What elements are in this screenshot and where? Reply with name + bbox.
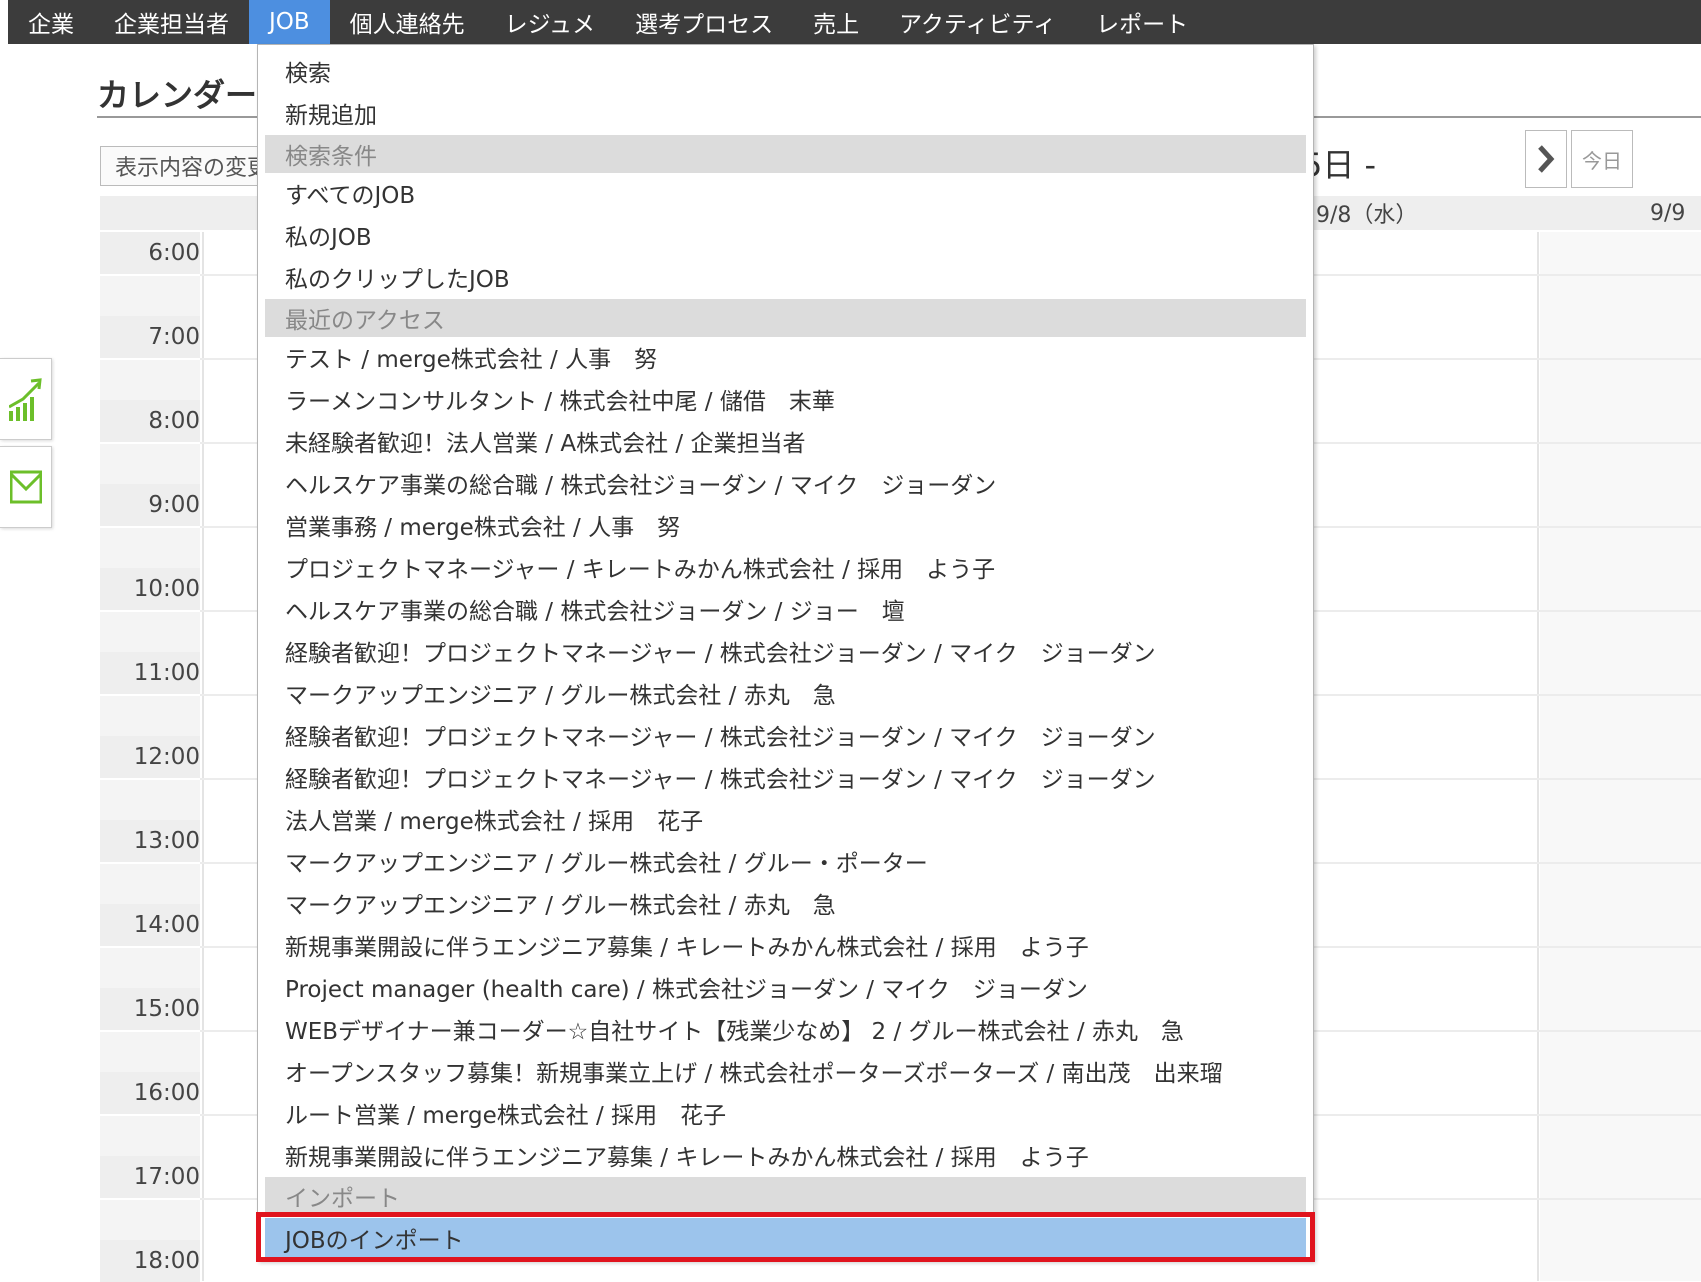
menu-item-recent[interactable]: WEBデザイナー兼コーダー☆自社サイト【残業少なめ】 2 / グルー株式会社 /… [265,1009,1306,1049]
half-hour-slot [100,948,200,988]
half-hour-slot [100,1032,200,1072]
menu-item-recent[interactable]: Project manager (health care) / 株式会社ジョーダ… [265,967,1306,1007]
menu-section-recent-access: 最近のアクセス [265,299,1306,337]
menu-item-recent[interactable]: テスト / merge株式会社 / 人事 努 [265,337,1306,377]
nav-item-resume[interactable]: レジュメ [485,0,615,44]
half-hour-slot [100,528,200,568]
nav-item-job[interactable]: JOB [249,0,330,44]
menu-item-add-new[interactable]: 新規追加 [265,93,1306,133]
nav-item-company-contact[interactable]: 企業担当者 [94,0,249,44]
menu-item-recent[interactable]: 経験者歓迎！プロジェクトマネージャー / 株式会社ジョーダン / マイク ジョー… [265,757,1306,797]
menu-item-recent[interactable]: 法人営業 / merge株式会社 / 採用 花子 [265,799,1306,839]
hour-label: 10:00 [100,568,200,610]
menu-item-recent[interactable]: ルート営業 / merge株式会社 / 採用 花子 [265,1093,1306,1133]
report-tool-button[interactable] [0,358,52,440]
half-hour-slot [100,1116,200,1156]
menu-item-recent[interactable]: オープンスタッフ募集！新規事業立上げ / 株式会社ポーターズポーターズ / 南出… [265,1051,1306,1091]
day-header-wed: 9/8（水） [1316,203,1418,228]
menu-item-recent[interactable]: ヘルスケア事業の総合職 / 株式会社ジョーダン / ジョー 壇 [265,589,1306,629]
page-title: カレンダー [97,76,258,114]
hour-label: 9:00 [100,484,200,526]
day-header-thu: 9/9 [1650,200,1686,226]
mail-icon [9,470,42,504]
menu-item-recent[interactable]: 営業事務 / merge株式会社 / 人事 努 [265,505,1306,545]
menu-item-recent[interactable]: マークアップエンジニア / グルー株式会社 / グルー・ポーター [265,841,1306,881]
half-hour-slot [100,612,200,652]
half-hour-slot [100,780,200,820]
half-hour-slot [100,360,200,400]
calendar-column-divider [202,232,204,1281]
nav-item-activity[interactable]: アクティビティ [879,0,1076,44]
menu-item-recent[interactable]: 経験者歓迎！プロジェクトマネージャー / 株式会社ジョーダン / マイク ジョー… [265,631,1306,671]
menu-item-recent[interactable]: マークアップエンジニア / グルー株式会社 / 赤丸 急 [265,673,1306,713]
nav-item-selection-process[interactable]: 選考プロセス [615,0,793,44]
hour-label: 14:00 [100,904,200,946]
menu-item-recent[interactable]: ヘルスケア事業の総合職 / 株式会社ジョーダン / マイク ジョーダン [265,463,1306,503]
menu-item-all-jobs[interactable]: すべてのJOB [265,173,1306,213]
nav-item-company[interactable]: 企業 [8,0,94,44]
nav-item-personal-contact[interactable]: 個人連絡先 [330,0,485,44]
nav-item-report[interactable]: レポート [1076,0,1208,44]
chevron-right-icon [1538,145,1555,173]
menu-section-search-conditions: 検索条件 [265,135,1306,173]
mail-tool-button[interactable] [0,446,52,528]
menu-item-my-jobs[interactable]: 私のJOB [265,215,1306,255]
hour-label: 6:00 [100,232,200,274]
hour-label: 7:00 [100,316,200,358]
change-display-button[interactable]: 表示内容の変更 [100,146,280,186]
hour-label: 11:00 [100,652,200,694]
menu-item-recent[interactable]: マークアップエンジニア / グルー株式会社 / 赤丸 急 [265,883,1306,923]
menu-item-clipped-jobs[interactable]: 私のクリップしたJOB [265,257,1306,297]
menu-item-search[interactable]: 検索 [265,51,1306,91]
half-hour-slot [100,1200,200,1240]
menu-item-job-import[interactable]: JOBのインポート [265,1218,1306,1258]
hour-label: 18:00 [100,1240,200,1282]
half-hour-slot [100,276,200,316]
hour-label: 13:00 [100,820,200,862]
menu-item-recent[interactable]: ラーメンコンサルタント / 株式会社中尾 / 儲借 末華 [265,379,1306,419]
next-period-button[interactable] [1525,130,1567,188]
half-hour-slot [100,444,200,484]
menu-item-recent[interactable]: 経験者歓迎！プロジェクトマネージャー / 株式会社ジョーダン / マイク ジョー… [265,715,1306,755]
job-dropdown-menu: 検索 新規追加 検索条件 すべてのJOB 私のJOB 私のクリップしたJOB 最… [257,44,1314,1261]
menu-item-recent[interactable]: 新規事業開設に伴うエンジニア募集 / キレートみかん株式会社 / 採用 よう子 [265,925,1306,965]
hour-label: 15:00 [100,988,200,1030]
chart-icon [8,378,42,421]
menu-item-recent[interactable]: 未経験者歓迎！法人営業 / A株式会社 / 企業担当者 [265,421,1306,461]
calendar-column-fill [1540,232,1701,1281]
hour-label: 17:00 [100,1156,200,1198]
today-button[interactable]: 今日 [1571,130,1633,188]
half-hour-slot [100,696,200,736]
hour-label: 8:00 [100,400,200,442]
menu-section-import: インポート [265,1177,1306,1215]
calendar-column-divider [1537,232,1539,1281]
hour-label: 12:00 [100,736,200,778]
menu-item-recent[interactable]: 新規事業開設に伴うエンジニア募集 / キレートみかん株式会社 / 採用 よう子 [265,1135,1306,1175]
nav-item-sales[interactable]: 売上 [793,0,879,44]
menu-item-recent[interactable]: プロジェクトマネージャー / キレートみかん株式会社 / 採用 よう子 [265,547,1306,587]
top-navigation: 企業 企業担当者 JOB 個人連絡先 レジュメ 選考プロセス 売上 アクティビテ… [8,0,1701,44]
half-hour-slot [100,864,200,904]
hour-label: 16:00 [100,1072,200,1114]
